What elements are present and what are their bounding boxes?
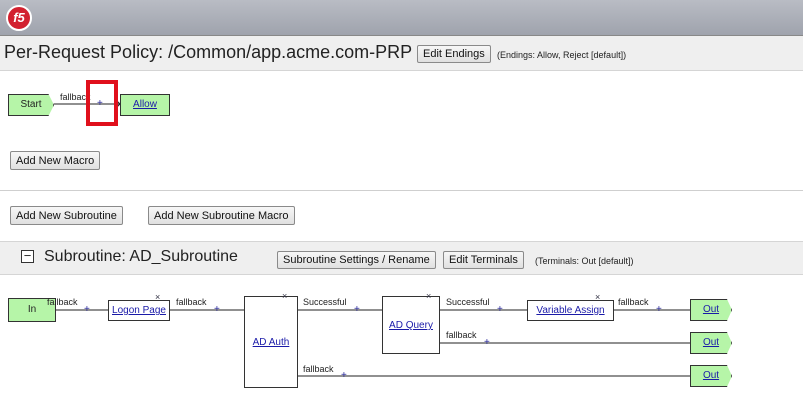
variable-assign-node[interactable]: Variable Assign: [527, 300, 614, 321]
add-item-plus[interactable]: +: [656, 305, 662, 315]
fallback-label: fallback: [618, 297, 649, 307]
successful-label: Successful: [446, 297, 490, 307]
delete-icon[interactable]: ×: [282, 292, 287, 301]
out-terminal[interactable]: Out: [690, 332, 732, 354]
ad-query-link[interactable]: AD Query: [389, 320, 433, 331]
allow-link[interactable]: Allow: [133, 99, 157, 110]
logon-page-node[interactable]: Logon Page: [108, 300, 170, 321]
fallback-label: fallback: [47, 297, 78, 307]
add-macro-button[interactable]: Add New Macro: [10, 151, 101, 170]
delete-icon[interactable]: ×: [426, 292, 431, 301]
logon-page-link[interactable]: Logon Page: [112, 305, 166, 316]
collapse-icon[interactable]: −: [21, 249, 34, 263]
variable-assign-link[interactable]: Variable Assign: [536, 305, 604, 316]
ad-auth-node[interactable]: AD Auth: [244, 296, 298, 388]
out-terminal[interactable]: Out: [690, 365, 732, 387]
add-item-plus[interactable]: +: [341, 371, 347, 381]
fallback-label: fallback: [176, 297, 207, 307]
divider: [0, 190, 803, 191]
ad-query-node[interactable]: AD Query: [382, 296, 440, 354]
subroutine-title: Subroutine: AD_Subroutine: [44, 248, 238, 265]
add-item-plus[interactable]: +: [354, 305, 360, 315]
in-label: In: [27, 304, 37, 315]
out-link[interactable]: Out: [703, 370, 719, 381]
successful-label: Successful: [303, 297, 347, 307]
out-link[interactable]: Out: [703, 304, 719, 315]
subroutine-settings-button[interactable]: Subroutine Settings / Rename: [277, 251, 436, 269]
add-item-plus[interactable]: +: [484, 338, 490, 348]
fallback-label: fallback: [446, 330, 477, 340]
add-item-plus[interactable]: +: [84, 305, 90, 315]
start-label: Start: [20, 99, 42, 110]
add-subroutine-button[interactable]: Add New Subroutine: [10, 206, 123, 225]
add-subroutine-macro-button[interactable]: Add New Subroutine Macro: [148, 206, 295, 225]
allow-ending[interactable]: Allow: [120, 94, 170, 116]
add-item-plus[interactable]: +: [497, 305, 503, 315]
out-terminal[interactable]: Out: [690, 299, 732, 321]
ad-auth-link[interactable]: AD Auth: [253, 337, 290, 348]
start-node: Start: [8, 94, 54, 116]
highlight-box: [86, 80, 118, 126]
fallback-label: fallback: [303, 364, 334, 374]
terminals-note: (Terminals: Out [default]): [535, 256, 634, 266]
out-link[interactable]: Out: [703, 337, 719, 348]
delete-icon[interactable]: ×: [595, 293, 600, 302]
delete-icon[interactable]: ×: [155, 293, 160, 302]
edit-terminals-button[interactable]: Edit Terminals: [443, 251, 524, 269]
add-item-plus[interactable]: +: [214, 305, 220, 315]
